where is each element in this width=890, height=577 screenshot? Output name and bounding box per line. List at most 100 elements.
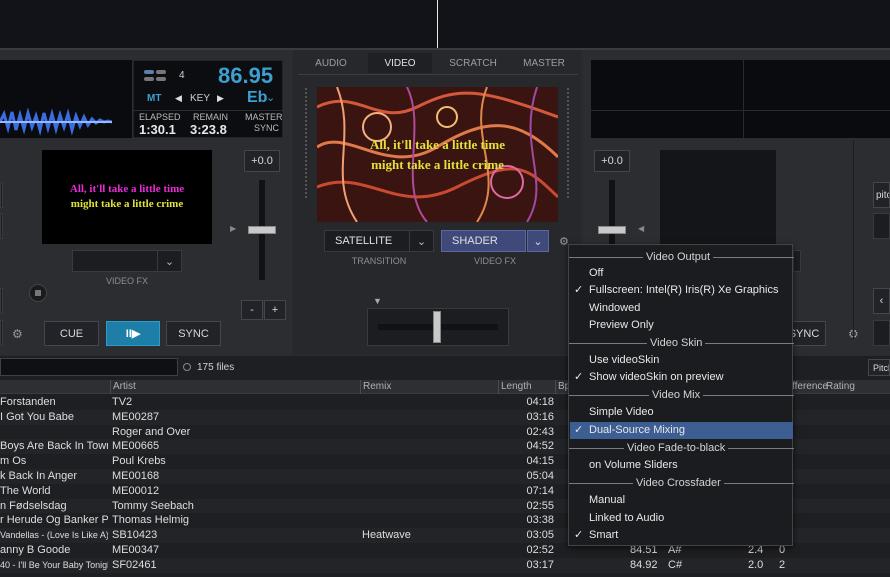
menu-item-preview-only[interactable]: Preview Only: [570, 317, 793, 334]
play-pause-button[interactable]: II▶: [106, 321, 160, 346]
menu-item-simple-video[interactable]: Simple Video: [570, 404, 793, 421]
video-fx-select[interactable]: SHADER: [441, 230, 526, 252]
tab-master[interactable]: MASTER: [512, 53, 576, 73]
key-dropdown-icon[interactable]: ⌄: [266, 91, 275, 104]
menu-item-show-videoskin[interactable]: ✓ Show videoSkin on preview: [570, 369, 793, 386]
left-video-fx-select[interactable]: ⌄: [72, 250, 182, 272]
col-header-remix[interactable]: Remix: [363, 381, 391, 392]
cell-artist: ME00665: [112, 440, 160, 453]
right-waveform[interactable]: [591, 60, 890, 138]
cell-diff: 2.0: [748, 558, 764, 571]
master-tempo-toggle[interactable]: MT: [147, 93, 161, 104]
col-header-rating[interactable]: Rating: [826, 381, 855, 392]
table-row[interactable]: 40 - I'll Be Your Baby Tonight SF02461 03:…: [0, 557, 890, 573]
cell-length: 03:16: [526, 410, 554, 423]
check-icon: ✓: [574, 424, 584, 436]
left-video-preview[interactable]: All, it'll take a little time might take…: [42, 150, 212, 244]
transition-select[interactable]: SATELLITE ⌄: [324, 230, 434, 252]
cell-title: n Fødselsdag: [0, 499, 67, 512]
cell-artist: TV2: [112, 396, 133, 408]
col-header-length[interactable]: Length: [501, 381, 532, 392]
menu-item-smart[interactable]: ✓ Smart: [570, 527, 793, 544]
menu-item-on-volume-sliders[interactable]: on Volume Sliders: [570, 457, 793, 474]
cell-title: m Os: [0, 455, 27, 468]
right-edge-button-2[interactable]: [873, 213, 890, 239]
cell-artist: ME00347: [112, 544, 160, 556]
loop-button[interactable]: [29, 284, 47, 302]
col-divider: [360, 380, 361, 394]
pitch-plus-button[interactable]: +: [264, 300, 286, 320]
tab-scratch[interactable]: SCRATCH: [440, 53, 506, 73]
video-fx-label: VIDEO FX: [473, 256, 516, 266]
right-video-preview[interactable]: [660, 150, 776, 244]
chevron-down-icon: ⌄: [409, 231, 433, 251]
transition-label: TRANSITION: [351, 256, 407, 266]
cell-title: I Got You Babe: [0, 410, 75, 423]
deck-layout-icon[interactable]: [143, 69, 167, 83]
top-waveform-bar: [0, 0, 890, 48]
master-sync-label[interactable]: SYNC: [254, 123, 279, 133]
pitch-minus-button[interactable]: -: [241, 300, 263, 320]
menu-section-video-skin: Video Skin: [569, 336, 794, 350]
right-video-fx-select[interactable]: [793, 250, 801, 272]
cue-button[interactable]: CUE: [44, 321, 99, 346]
menu-item-fullscreen[interactable]: ✓ Fullscreen: Intel(R) Iris(R) Xe Graphic…: [570, 282, 793, 299]
key-down-icon[interactable]: ◀: [175, 93, 182, 104]
menu-item-linked-to-audio[interactable]: Linked to Audio: [570, 510, 793, 527]
video-fx-dropdown[interactable]: ⌄: [527, 230, 549, 252]
cell-artist: Roger and Over: [112, 425, 191, 438]
search-input[interactable]: [0, 358, 178, 376]
master-video-output[interactable]: All, it'll take a little time might take…: [317, 87, 558, 222]
key-up-icon[interactable]: ▶: [217, 93, 224, 104]
cell-title: r Herude Og Banker På: [0, 514, 108, 527]
cell-artist: SF02461: [112, 558, 157, 571]
tab-audio[interactable]: AUDIO: [300, 53, 362, 73]
right-edge-button-4[interactable]: [873, 320, 890, 346]
sync-button[interactable]: SYNC: [166, 321, 221, 346]
crossfader-knob[interactable]: [433, 311, 441, 343]
cell-title: Boys Are Back In Town: [0, 440, 108, 453]
menu-item-use-videoskin[interactable]: Use videoSkin: [570, 352, 793, 369]
menu-item-off[interactable]: Off: [570, 265, 793, 282]
stop-icon: [35, 290, 41, 296]
cell-length: 07:14: [526, 484, 554, 497]
menu-item-manual[interactable]: Manual: [570, 492, 793, 509]
video-output-menu: Video Output Off ✓ Fullscreen: Intel(R) I…: [568, 244, 794, 546]
menu-section-video-crossfader: Video Crossfader: [569, 476, 794, 490]
col-header-artist[interactable]: Artist: [113, 381, 136, 392]
left-pitch-fader-knob[interactable]: [248, 226, 276, 234]
left-edge-button-3[interactable]: [0, 288, 3, 314]
remain-time[interactable]: 3:23.8: [190, 122, 227, 137]
left-lyric-line-2: might take a little crime: [70, 198, 184, 210]
playhead-line: [437, 0, 438, 48]
key-value[interactable]: Eb: [247, 89, 267, 107]
col-header-difference[interactable]: fference: [792, 381, 828, 392]
menu-item-windowed[interactable]: Windowed: [570, 300, 793, 317]
right-pitch-value[interactable]: +0.0: [594, 150, 630, 172]
menu-item-dual-source[interactable]: ✓ Dual-Source Mixing: [570, 422, 793, 439]
right-pitch-fader-track[interactable]: [609, 180, 615, 244]
left-pitch-value[interactable]: +0.0: [244, 150, 280, 172]
right-nav-left-button[interactable]: ‹: [873, 288, 890, 314]
cell-title: Forstanden: [0, 396, 56, 408]
cell-title: k Back In Anger: [0, 470, 78, 482]
right-pitch-fader-knob[interactable]: [598, 226, 626, 234]
tab-video[interactable]: VIDEO: [368, 53, 432, 73]
left-lyric-line-1: All, it'll take a little time: [69, 183, 185, 195]
elapsed-time[interactable]: 1:30.1: [139, 122, 176, 137]
cell-artist: Tommy Seebach: [112, 499, 194, 512]
left-edge-button-4[interactable]: [0, 320, 3, 346]
cell-rating: 2: [779, 558, 786, 571]
right-pitch-button[interactable]: pitc: [873, 182, 890, 208]
cell-artist: Thomas Helmig: [112, 514, 190, 527]
tab-divider: [298, 74, 578, 75]
pitch-header-button[interactable]: Pitch: [868, 359, 890, 376]
left-edge-button-2[interactable]: [0, 213, 3, 239]
bpm-display[interactable]: 86.95: [218, 63, 273, 89]
settings-gear-icon[interactable]: ⚙: [12, 327, 23, 341]
menu-item-dual-source-label: Dual-Source Mixing: [589, 424, 685, 436]
cell-title: anny B Goode: [0, 544, 71, 556]
left-edge-button-1[interactable]: [0, 182, 3, 208]
cell-length: 05:04: [526, 470, 554, 482]
right-pitch-arrow-icon: ◀: [638, 224, 645, 233]
